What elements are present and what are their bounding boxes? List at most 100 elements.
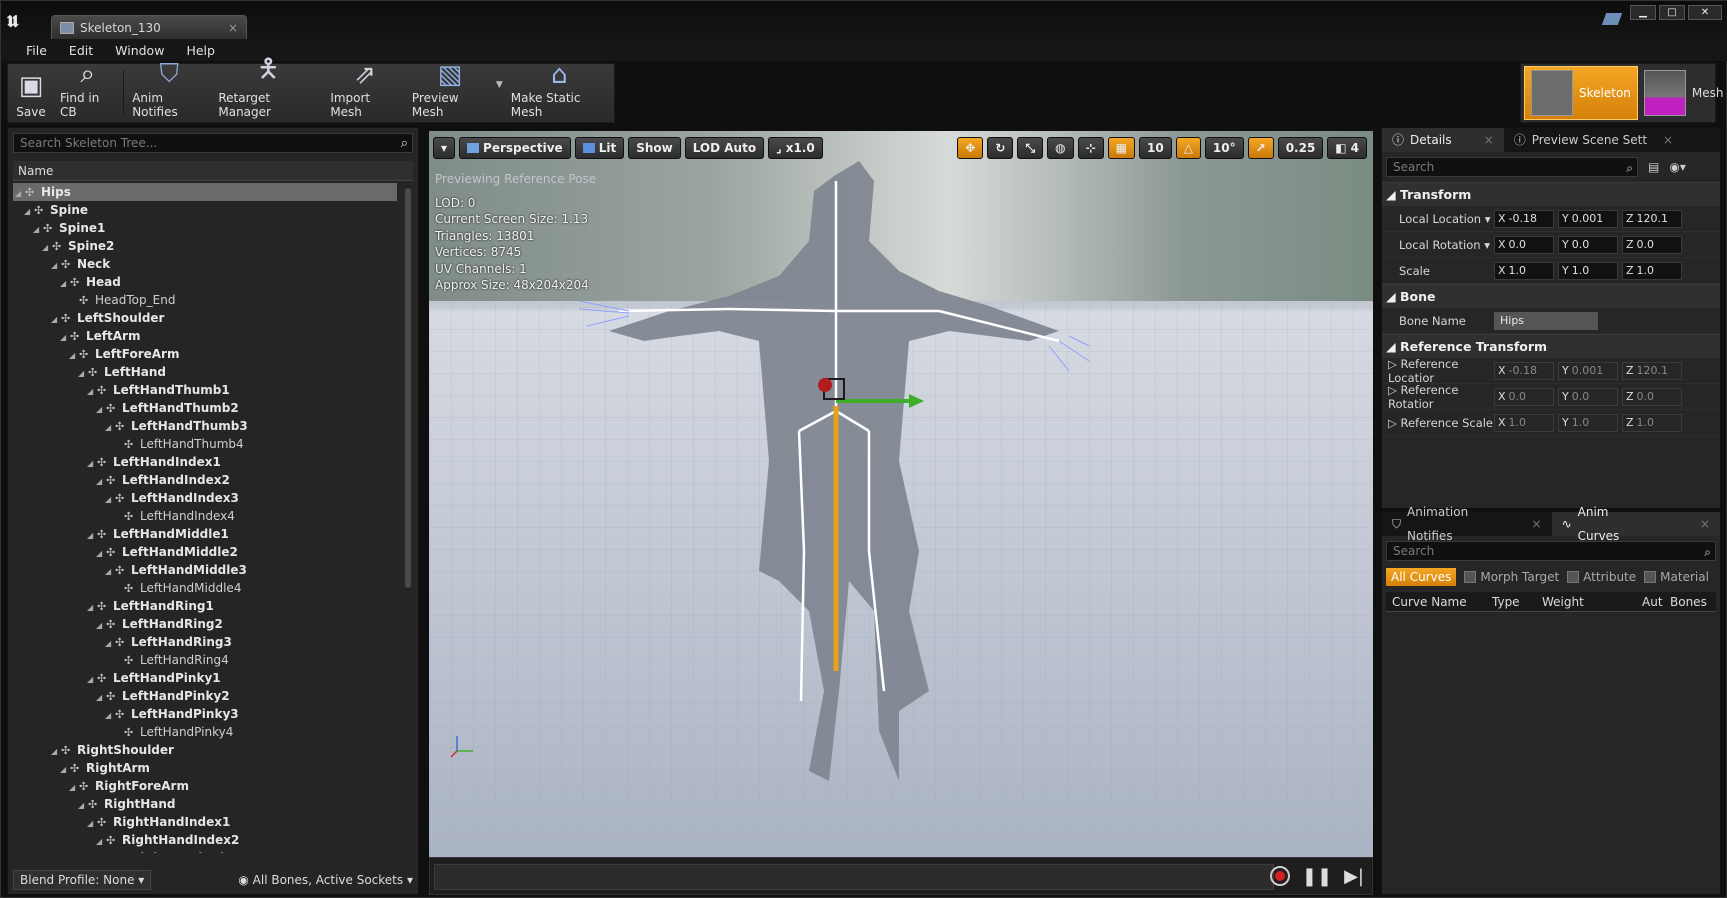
close-window-button[interactable]: ✕ [1688,5,1722,20]
pause-button[interactable]: ❚❚ [1302,866,1332,887]
menu-help[interactable]: Help [175,43,226,58]
tree-node[interactable]: ◢ ✣ LeftArm [13,327,403,345]
tree-node[interactable]: ◢ ✣ LeftHandRing1 [13,597,403,615]
local-location-y[interactable]: Y 0.001 [1558,209,1618,228]
playback-speed-button[interactable]: ⌟ x1.0 [768,137,823,159]
transform-section[interactable]: ◢ Transform [1382,182,1720,206]
scale-x[interactable]: X 1.0 [1494,261,1554,280]
skeleton-search-input[interactable]: Search Skeleton Tree... ⌕ [13,133,413,153]
tree-node[interactable]: ◢ ✣ LeftHandPinky2 [13,687,403,705]
tree-node[interactable]: ◢ ✣ RightHandIndex1 [13,813,403,831]
show-button[interactable]: Show [628,137,681,159]
retarget-manager-button[interactable]: 🯅 Retarget Manager [212,54,324,122]
timeline-scrubber[interactable] [434,864,1274,890]
tree-node[interactable]: ✣ LeftHandIndex4 [13,507,403,525]
bone-filter-dropdown[interactable]: ◉ All Bones, Active Sockets ▾ [238,873,413,887]
tree-node[interactable]: ◢ ✣ LeftHandMiddle1 [13,525,403,543]
local-rotation-x[interactable]: X 0.0 [1494,235,1554,254]
tree-node[interactable]: ◢ ✣ Spine2 [13,237,403,255]
bone-section[interactable]: ◢ Bone [1382,284,1720,308]
close-icon[interactable]: × [1484,128,1494,152]
minimize-button[interactable]: ▁ [1630,5,1656,20]
rotate-mode-button[interactable]: ↻ [987,137,1014,159]
curves-search-input[interactable]: Search ⌕ [1386,541,1716,561]
tab-preview-scene[interactable]: ⓘ Preview Scene Sett × [1504,128,1683,152]
close-icon[interactable]: × [1700,512,1710,536]
world-local-button[interactable]: ◍ [1047,137,1074,159]
surface-snap-button[interactable]: ⊹ [1077,137,1104,159]
find-in-cb-button[interactable]: ⌕ Find in CB [54,59,121,122]
anim-notifies-button[interactable]: ⛉ Anim Notifies [126,59,212,122]
close-tab-icon[interactable]: × [228,21,238,35]
viewport-options-button[interactable]: ▾ [433,137,456,159]
tree-node[interactable]: ◢ ✣ RightShoulder [13,741,403,759]
scale-y[interactable]: Y 1.0 [1558,261,1618,280]
tree-node[interactable]: ◢ ✣ RightForeArm [13,777,403,795]
tab-animation-notifies[interactable]: ⛉ Animation Notifies × [1382,505,1552,543]
tree-node[interactable]: ✣ LeftHandThumb4 [13,435,403,453]
scale-snap-value[interactable]: 0.25 [1277,137,1324,159]
reference-transform-section[interactable]: ◢ Reference Transform [1382,334,1720,358]
tree-node[interactable]: ◢ ✣ LeftShoulder [13,309,403,327]
mesh-mode-button[interactable]: Mesh [1638,66,1727,120]
name-column-header[interactable]: Name [13,161,413,181]
tree-node[interactable]: ◢ ✣ RightArm [13,759,403,777]
tree-node[interactable]: ◢ ✣ LeftHandThumb2 [13,399,403,417]
tree-node[interactable]: ◢ ✣ Spine1 [13,219,403,237]
translate-mode-button[interactable]: ✥ [957,137,984,159]
tree-node[interactable]: ◢ ✣ LeftHandPinky1 [13,669,403,687]
maximize-button[interactable]: □ [1659,5,1685,20]
lod-button[interactable]: LOD Auto [684,137,765,159]
tree-node[interactable]: ◢ ✣ Spine [13,201,403,219]
pin-icon[interactable] [1601,13,1623,25]
scale-z[interactable]: Z 1.0 [1622,261,1682,280]
scale-snap-toggle[interactable]: ↗ [1247,137,1274,159]
tree-node[interactable]: ✣ LeftHandMiddle4 [13,579,403,597]
attribute-filter[interactable]: Attribute [1567,570,1636,584]
tree-node[interactable]: ◢ ✣ RightHandIndex2 [13,831,403,849]
close-icon[interactable]: × [1663,128,1673,152]
rotation-snap-toggle[interactable]: △ [1175,137,1201,159]
expand-arrow-icon[interactable]: ◢ [105,851,115,853]
all-curves-button[interactable]: All Curves [1386,568,1457,586]
grid-snap-value[interactable]: 10 [1138,137,1172,159]
close-icon[interactable]: × [1532,512,1542,536]
tree-node[interactable]: ◢ ✣ LeftHand [13,363,403,381]
column-auto[interactable]: Aut [1636,592,1664,611]
local-location-x[interactable]: X -0.18 [1494,209,1554,228]
menu-file[interactable]: File [15,43,58,58]
tree-node[interactable]: ◢ ✣ LeftHandIndex3 [13,489,403,507]
preview-mesh-button[interactable]: ▧ Preview Mesh [406,60,494,122]
menu-edit[interactable]: Edit [58,43,104,58]
tree-node[interactable]: ◢ ✣ LeftHandPinky3 [13,705,403,723]
column-bones[interactable]: Bones [1664,592,1714,611]
perspective-button[interactable]: Perspective [459,137,571,159]
camera-speed-button[interactable]: ◧ 4 [1327,137,1367,159]
tree-node[interactable]: ◢ ✣ LeftHandRing2 [13,615,403,633]
local-rotation-z[interactable]: Z 0.0 [1622,235,1682,254]
tree-node[interactable]: ◢ ✣ LeftHandIndex1 [13,453,403,471]
tree-node[interactable]: ◢ ✣ LeftHandIndex2 [13,471,403,489]
step-forward-button[interactable]: ▶| [1344,866,1364,887]
details-search-input[interactable]: Search ⌕ [1386,157,1638,177]
tree-node[interactable]: ◢ ✣ Neck [13,255,403,273]
tree-node[interactable]: ◢ ✣ LeftHandMiddle3 [13,561,403,579]
tree-node[interactable]: ◢ ✣ LeftHandRing3 [13,633,403,651]
column-weight[interactable]: Weight [1536,592,1636,611]
eye-icon[interactable]: ◉▾ [1669,160,1686,174]
material-filter[interactable]: Material [1644,570,1709,584]
tree-node[interactable]: ✣ LeftHandPinky4 [13,723,403,741]
tree-node[interactable]: ◢ ✣ Head [13,273,403,291]
record-button[interactable] [1269,866,1290,886]
import-mesh-button[interactable]: ⇗ Import Mesh [324,60,406,122]
column-curve-name[interactable]: Curve Name [1386,592,1486,611]
save-button[interactable]: ▣ Save [8,64,54,122]
tree-node[interactable]: ✣ LeftHandRing4 [13,651,403,669]
scale-mode-button[interactable]: ⤡ [1017,137,1044,159]
view-options-icon[interactable]: ▤ [1648,160,1659,174]
menu-window[interactable]: Window [104,43,175,58]
blend-profile-dropdown[interactable]: Blend Profile: None ▾ [13,870,152,890]
local-rotation-y[interactable]: Y 0.0 [1558,235,1618,254]
tree-node[interactable]: ◢ ✣ LeftHandThumb1 [13,381,403,399]
column-type[interactable]: Type [1486,592,1536,611]
